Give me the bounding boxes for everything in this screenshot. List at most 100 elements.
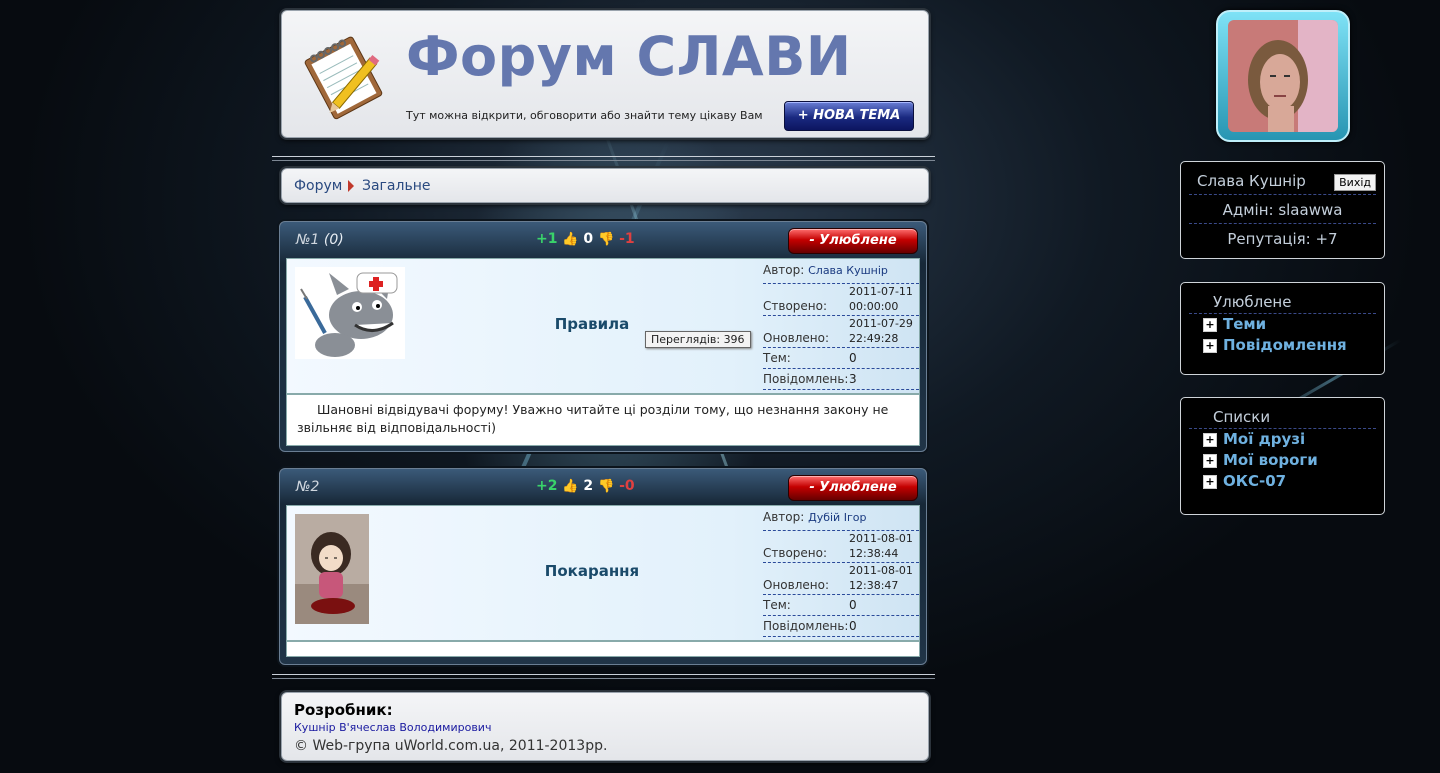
lists-box: Списки + Мої друзі + Мої вороги + ОКС-07	[1180, 397, 1385, 515]
meta-label: Створено:	[763, 546, 828, 560]
meta-posts-row: Повідомлень: 0	[763, 616, 919, 637]
topic-title-link[interactable]: Правила	[527, 315, 657, 333]
plus-icon: +	[1203, 317, 1217, 332]
favorites-topics-link[interactable]: + Теми	[1189, 314, 1376, 335]
votes-plus: +1	[536, 231, 558, 247]
meta-created-row: Створено: 2011-07-11 00:00:00	[763, 284, 919, 316]
meta-themes-row: Тем: 0	[763, 595, 919, 616]
site-title: Форум СЛАВИ	[406, 25, 852, 88]
breadcrumb-arrow-icon	[348, 180, 354, 192]
topic-meta: Автор: Слава Кушнір Створено: 2011-07-11…	[763, 263, 919, 390]
meta-label: Оновлено:	[763, 578, 829, 592]
favorites-box: Улюблене + Теми + Повідомлення	[1180, 282, 1385, 375]
avatar[interactable]	[1228, 20, 1338, 132]
meta-author-row: Автор: Дубій Ігор	[763, 510, 919, 531]
site-tagline: Тут можна відкрити, обговорити або знайт…	[406, 109, 763, 122]
plus-icon: +	[1203, 453, 1217, 468]
meta-label: Повідомлень:	[763, 619, 849, 633]
topic-toolbar: №1 (0) +1 👍 0 👎 -1 - Улюблене	[280, 222, 926, 258]
created-date: 2011-08-01	[849, 532, 913, 545]
updated-time: 22:49:28	[849, 332, 899, 345]
plus-icon: +	[1203, 474, 1217, 489]
topic-author-link[interactable]: Дубій Ігор	[808, 511, 866, 524]
lists-enemies-label: Мої вороги	[1223, 451, 1318, 469]
copyright: © Web-група uWorld.com.ua, 2011-2013рр.	[294, 738, 608, 754]
votes-plus: +2	[536, 478, 558, 494]
plus-icon: +	[1203, 432, 1217, 447]
logout-button[interactable]: Вихід	[1334, 174, 1376, 191]
topic-meta: Автор: Дубій Ігор Створено: 2011-08-01 1…	[763, 510, 919, 637]
meta-updated-row: Оновлено: 2011-07-29 22:49:28	[763, 316, 919, 348]
updated-time: 12:38:47	[849, 579, 899, 592]
meta-author-row: Автор: Слава Кушнір	[763, 263, 919, 284]
posts-count: 0	[849, 619, 857, 633]
topic-card: №1 (0) +1 👍 0 👎 -1 - Улюблене Правила Пе…	[279, 221, 927, 452]
themes-count: 0	[849, 351, 857, 365]
topic-image-rat-nurse[interactable]	[295, 267, 405, 359]
meta-label: Оновлено:	[763, 331, 829, 345]
divider	[272, 674, 935, 679]
thumb-down-icon[interactable]: 👎	[598, 232, 614, 247]
views-tooltip: Переглядів: 396	[645, 331, 751, 348]
meta-created-row: Створено: 2011-08-01 12:38:44	[763, 531, 919, 563]
updated-date: 2011-08-01	[849, 564, 913, 577]
favorites-posts-link[interactable]: + Повідомлення	[1189, 335, 1376, 356]
topic-number-text: №1	[296, 232, 320, 248]
meta-updated-row: Оновлено: 2011-08-01 12:38:47	[763, 563, 919, 595]
topic-body: Правила Переглядів: 396 Автор: Слава Куш…	[286, 258, 920, 394]
notepad-icon	[304, 36, 383, 120]
created-time: 12:38:44	[849, 547, 899, 560]
lists-friends-link[interactable]: + Мої друзі	[1189, 429, 1376, 450]
topic-votes: +1 👍 0 👎 -1	[536, 231, 635, 247]
remove-favorite-button[interactable]: - Улюблене	[788, 475, 918, 501]
topic-author-link[interactable]: Слава Кушнір	[808, 264, 888, 277]
new-topic-button[interactable]: + НОВА ТЕМА	[784, 101, 914, 131]
footer-title: Розробник:	[294, 701, 393, 719]
meta-label: Повідомлень:	[763, 372, 849, 386]
plus-icon: +	[1203, 338, 1217, 353]
meta-posts-row: Повідомлень: 3	[763, 369, 919, 390]
breadcrumb-forum-link[interactable]: Форум	[294, 178, 342, 194]
votes-rating: 2	[583, 478, 594, 494]
thumb-down-icon[interactable]: 👎	[598, 479, 614, 494]
favorites-title: Улюблене	[1189, 283, 1376, 314]
topic-title-link[interactable]: Покарання	[527, 562, 657, 580]
user-role: Адмін: slaawwa	[1189, 195, 1376, 224]
user-info-box: Слава Кушнір Вихід Адмін: slaawwa Репута…	[1180, 161, 1385, 259]
topic-number: №2	[296, 479, 319, 495]
created-date: 2011-07-11	[849, 285, 913, 298]
thumb-up-icon[interactable]: 👍	[562, 479, 578, 494]
topic-number: №1 (0)	[296, 232, 344, 248]
lists-friends-label: Мої друзі	[1223, 430, 1306, 448]
updated-date: 2011-07-29	[849, 317, 913, 330]
meta-label: Тем:	[763, 351, 791, 365]
avatar-frame	[1216, 10, 1350, 142]
topic-number-text: №2	[296, 479, 320, 495]
favorites-topics-label: Теми	[1223, 315, 1267, 333]
votes-minus: -0	[619, 478, 635, 494]
lists-title: Списки	[1189, 398, 1376, 429]
favorites-posts-label: Повідомлення	[1223, 336, 1347, 354]
topic-views-badge: (0)	[323, 232, 344, 248]
topic-description	[286, 641, 920, 657]
topic-body: Покарання Автор: Дубій Ігор Створено: 20…	[286, 505, 920, 641]
themes-count: 0	[849, 598, 857, 612]
meta-label: Автор:	[763, 263, 805, 277]
meta-label: Автор:	[763, 510, 805, 524]
posts-count: 3	[849, 372, 857, 386]
topic-image-sad-girl[interactable]	[295, 514, 369, 624]
meta-label: Тем:	[763, 598, 791, 612]
remove-favorite-button[interactable]: - Улюблене	[788, 228, 918, 254]
user-reputation: Репутація: +7	[1227, 230, 1338, 248]
breadcrumb-current[interactable]: Загальне	[362, 178, 430, 194]
topic-votes: +2 👍 2 👎 -0	[536, 478, 635, 494]
lists-enemies-link[interactable]: + Мої вороги	[1189, 450, 1376, 471]
thumb-up-icon[interactable]: 👍	[562, 232, 578, 247]
lists-oks-link[interactable]: + ОКС-07	[1189, 471, 1376, 492]
forum-header: Форум СЛАВИ Тут можна відкрити, обговори…	[281, 10, 929, 138]
topic-card: №2 +2 👍 2 👎 -0 - Улюблене Покарання Авто…	[279, 468, 927, 665]
meta-themes-row: Тем: 0	[763, 348, 919, 369]
developer-name[interactable]: Кушнір В'ячеслав Володимирович	[294, 721, 491, 734]
footer: Розробник: Кушнір В'ячеслав Володимирови…	[281, 692, 929, 761]
votes-minus: -1	[619, 231, 635, 247]
